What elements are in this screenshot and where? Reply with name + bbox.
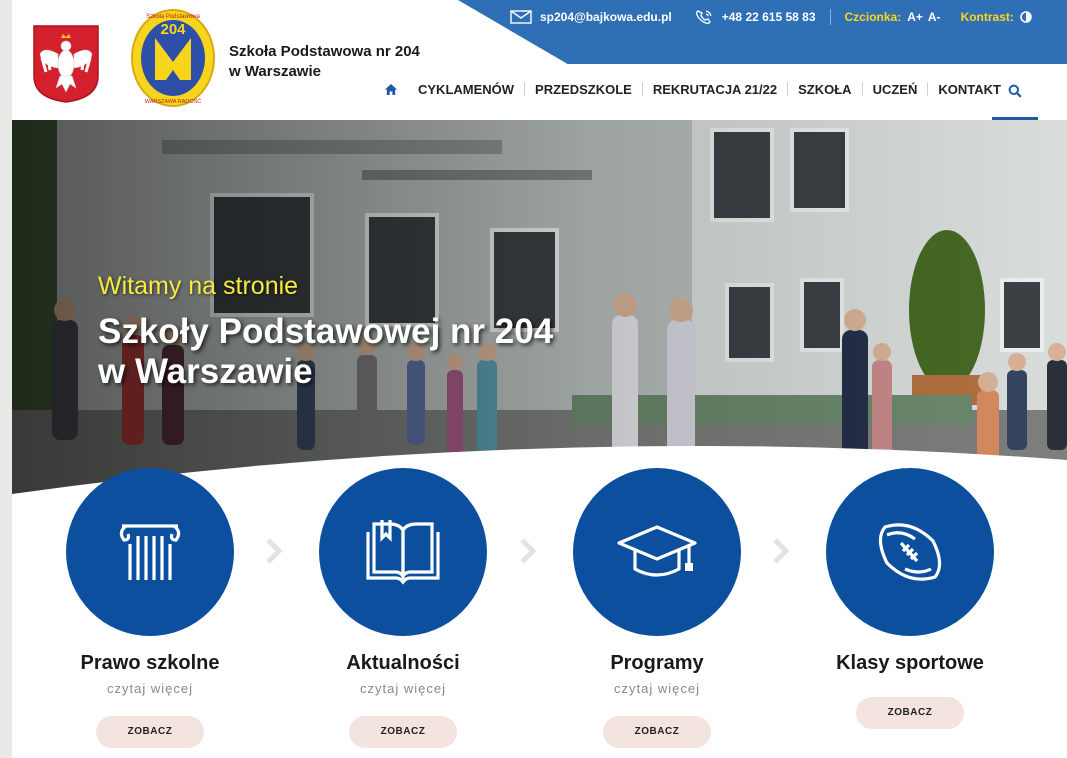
contrast-icon[interactable]: [1020, 11, 1032, 23]
contact-bar-content: sp204@bajkowa.edu.pl +48 22 615 58 83 Cz…: [510, 0, 1032, 34]
email-text: sp204@bajkowa.edu.pl: [540, 10, 672, 24]
hero-title-line1: Szkoły Podstawowej nr 204: [98, 312, 554, 351]
badge-bottom-text: WARSZAWA RADOŚĆ: [145, 97, 202, 105]
eagle-emblem-icon[interactable]: [32, 24, 100, 104]
card-circle[interactable]: [319, 468, 487, 636]
badge-top-text: Szkoła Podstawowa: [146, 14, 200, 20]
phone-text: +48 22 615 58 83: [721, 10, 816, 24]
graduation-cap-icon: [617, 525, 697, 577]
hero-subtitle: Witamy na stronie: [98, 272, 299, 300]
card-title[interactable]: Prawo szkolne: [50, 652, 250, 675]
font-size-label: Czcionka:: [844, 10, 902, 24]
card-circle[interactable]: [573, 468, 741, 636]
chevron-right-icon: [266, 538, 283, 564]
hero-title: Szkoły Podstawowej nr 204 w Warszawie: [98, 312, 553, 392]
chevron-right-icon: [773, 538, 790, 564]
contrast-label: Kontrast:: [960, 10, 1014, 24]
search-icon: [1008, 84, 1022, 98]
card-read-more[interactable]: czytaj więcej: [303, 681, 503, 696]
nav-home[interactable]: [374, 83, 408, 96]
phone-link[interactable]: +48 22 615 58 83: [694, 8, 816, 26]
envelope-icon: [510, 10, 532, 24]
card-read-more[interactable]: czytaj więcej: [557, 681, 757, 696]
nav-item-przedszkole[interactable]: PRZEDSZKOLE: [525, 82, 642, 97]
font-increase-button[interactable]: A+: [907, 10, 923, 24]
topbar-divider: [829, 9, 831, 25]
school-badge-logo[interactable]: 204 Szkoła Podstawowa WARSZAWA RADOŚĆ: [130, 8, 216, 108]
card-zobacz-button[interactable]: ZOBACZ: [856, 697, 964, 729]
card-circle[interactable]: [826, 468, 994, 636]
card-zobacz-button[interactable]: ZOBACZ: [96, 716, 204, 748]
card-zobacz-button[interactable]: ZOBACZ: [603, 716, 711, 748]
card-title[interactable]: Aktualności: [303, 652, 503, 675]
card-klasy-sportowe: Klasy sportowe ZOBACZ: [810, 468, 1010, 729]
nav-item-uczen[interactable]: UCZEŃ: [863, 82, 928, 97]
card-circle[interactable]: [66, 468, 234, 636]
card-title[interactable]: Programy: [557, 652, 757, 675]
hero-title-line2: w Warszawie: [98, 352, 313, 391]
nav-item-cyklamenow[interactable]: CYKLAMENÓW: [408, 82, 524, 97]
card-title[interactable]: Klasy sportowe: [810, 652, 1010, 675]
page: 204 Szkoła Podstawowa WARSZAWA RADOŚĆ Sz…: [12, 0, 1067, 758]
card-zobacz-button[interactable]: ZOBACZ: [349, 716, 457, 748]
home-icon: [385, 83, 397, 95]
site-header: 204 Szkoła Podstawowa WARSZAWA RADOŚĆ Sz…: [12, 0, 1067, 120]
search-button[interactable]: [992, 64, 1038, 120]
nav-item-rekrutacja[interactable]: REKRUTACJA 21/22: [643, 82, 787, 97]
email-link[interactable]: sp204@bajkowa.edu.pl: [510, 10, 672, 24]
main-nav: CYKLAMENÓW PRZEDSZKOLE REKRUTACJA 21/22 …: [374, 76, 1011, 102]
badge-number: 204: [160, 21, 186, 38]
font-decrease-button[interactable]: A-: [928, 10, 941, 24]
nav-item-szkola[interactable]: SZKOŁA: [788, 82, 861, 97]
phone-icon: [695, 10, 712, 24]
card-programy: Programy czytaj więcej ZOBACZ: [557, 468, 757, 748]
card-aktualnosci: Aktualności czytaj więcej ZOBACZ: [303, 468, 503, 748]
site-title-line1: Szkoła Podstawowa nr 204: [229, 43, 420, 60]
book-icon: [366, 520, 440, 585]
card-read-more[interactable]: czytaj więcej: [50, 681, 250, 696]
football-icon: [878, 523, 942, 581]
column-icon: [119, 524, 181, 580]
chevron-right-icon: [520, 538, 537, 564]
card-prawo-szkolne: Prawo szkolne czytaj więcej ZOBACZ: [50, 468, 250, 748]
